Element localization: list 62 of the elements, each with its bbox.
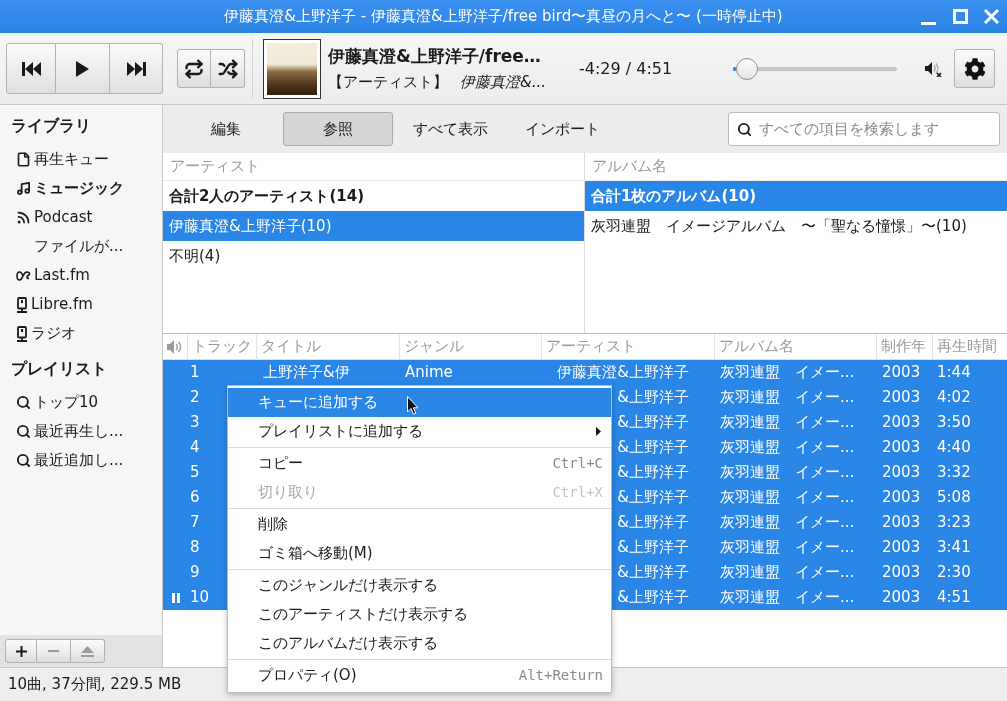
table-cell: 2003: [882, 513, 921, 532]
table-cell: 灰羽連盟 イメー...: [720, 363, 855, 382]
table-cell: 1: [190, 363, 200, 382]
table-cell: 10: [190, 588, 210, 607]
table-cell: 灰羽連盟 イメー...: [720, 463, 855, 482]
table-cell: 2003: [882, 363, 921, 382]
table-cell: 灰羽連盟 イメー...: [720, 438, 855, 457]
table-cell: 4:51: [937, 588, 971, 607]
time-display: -4:29 / 4:51: [579, 57, 674, 80]
table-cell: &上野洋子: [617, 538, 689, 557]
table-cell: 2003: [882, 413, 921, 432]
table-cell: 4: [190, 438, 200, 457]
table-cell: 4:40: [937, 438, 971, 457]
table-cell: 2003: [882, 538, 921, 557]
table-cell: &上野洋子: [617, 388, 689, 407]
table-cell: 灰羽連盟 イメー...: [720, 413, 855, 432]
table-cell: 灰羽連盟 イメー...: [720, 513, 855, 532]
table-cell: &上野洋子: [617, 513, 689, 532]
keyboard-shortcut: Alt+Return: [518, 666, 603, 685]
table-cell: &上野洋子: [617, 438, 689, 457]
table-cell: 2: [190, 388, 200, 407]
table-cell: 灰羽連盟 イメー...: [720, 388, 855, 407]
table-cell: &上野洋子: [617, 463, 689, 482]
table-cell: 灰羽連盟 イメー...: [720, 588, 855, 607]
table-cell: 8: [190, 538, 200, 557]
table-cell: &上野洋子: [617, 563, 689, 582]
keyboard-shortcut: Ctrl+X: [552, 483, 603, 502]
table-cell: 2:30: [937, 563, 971, 582]
table-cell: 4:02: [937, 388, 971, 407]
table-cell: 3:50: [937, 413, 971, 432]
table-cell: 5:08: [937, 488, 971, 507]
table-cell: 9: [190, 563, 200, 582]
table-cell: Anime: [405, 363, 453, 382]
table-cell: 3:41: [937, 538, 971, 557]
table-cell: 1:44: [937, 363, 971, 382]
table-cell: 2003: [882, 588, 921, 607]
table-cell: 2003: [882, 563, 921, 582]
table-cell: 2003: [882, 438, 921, 457]
artist-name: 伊藤真澄&...: [460, 72, 546, 92]
table-cell: 灰羽連盟 イメー...: [720, 488, 855, 507]
table-cell: 上野洋子&伊: [263, 363, 350, 382]
window-title: 伊藤真澄&上野洋子 - 伊藤真澄&上野洋子/free bird〜真昼の月へと〜 (一時停止中): [223, 6, 784, 28]
table-cell: 7: [190, 513, 200, 532]
section-heading: ライブラリ: [10, 115, 92, 137]
table-cell: 3:32: [937, 463, 971, 482]
table-cell: 2003: [882, 388, 921, 407]
track-title: 伊藤真澄&上野洋子/free…: [328, 45, 542, 67]
table-cell: 2003: [882, 463, 921, 482]
table-cell: &上野洋子: [617, 588, 689, 607]
table-cell: &上野洋子: [617, 488, 689, 507]
table-cell: 2003: [882, 488, 921, 507]
status-text: 10曲, 37分間, 229.5 MB: [8, 674, 182, 696]
table-cell: 3:23: [937, 513, 971, 532]
table-cell: 灰羽連盟 イメー...: [720, 538, 855, 557]
table-cell: 灰羽連盟 イメー...: [720, 563, 855, 582]
table-cell: 3: [190, 413, 200, 432]
artist-label: 【アーティスト】: [328, 72, 448, 92]
table-cell: 6: [190, 488, 200, 507]
table-cell: 伊藤真澄&上野洋子: [557, 363, 689, 382]
section-heading: プレイリスト: [10, 358, 108, 380]
table-cell: 5: [190, 463, 200, 482]
table-cell: &上野洋子: [617, 413, 689, 432]
